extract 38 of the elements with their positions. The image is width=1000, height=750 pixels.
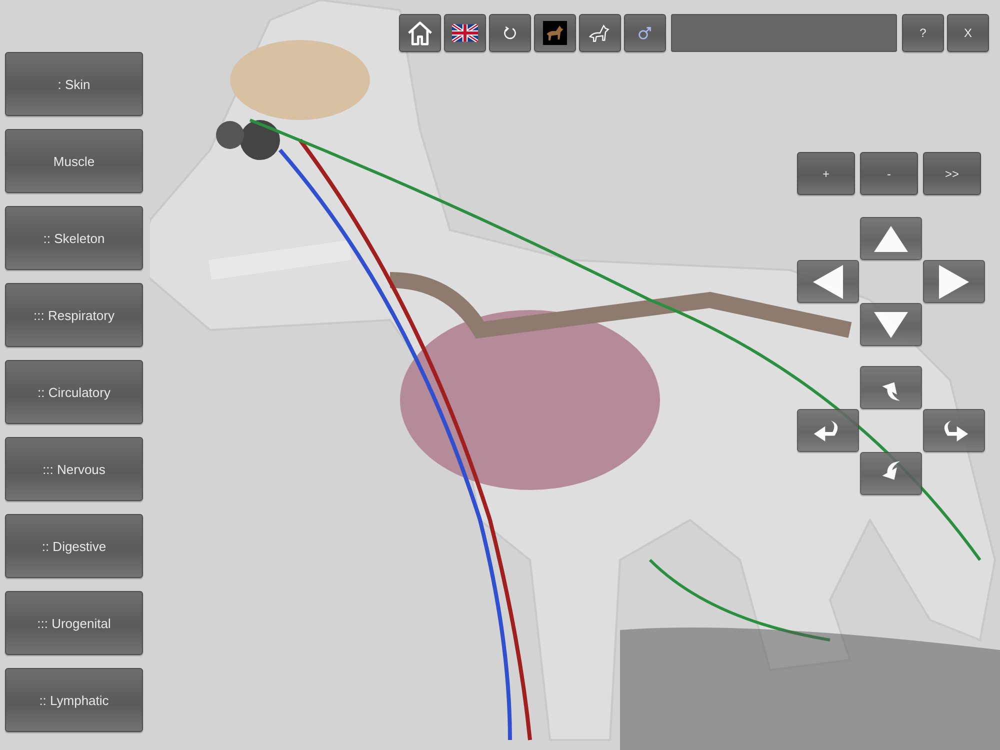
down-arrow-icon	[874, 312, 908, 338]
zoom-button[interactable]: -	[860, 152, 918, 195]
pan-left-button[interactable]	[797, 260, 859, 303]
help-button[interactable]: ?	[902, 14, 944, 52]
pan-down-button[interactable]	[860, 303, 922, 346]
layer-button[interactable]: Muscle	[5, 129, 143, 193]
layer-button[interactable]: :: Circulatory	[5, 360, 143, 424]
up-arrow-icon	[874, 226, 908, 252]
toolbar-button[interactable]	[444, 14, 486, 52]
rotate-icon	[503, 26, 517, 40]
layer-button[interactable]: ::: Nervous	[5, 437, 143, 501]
pan-right-button[interactable]	[923, 260, 985, 303]
layer-button[interactable]: :: Skeleton	[5, 206, 143, 270]
toolbar-button[interactable]	[489, 14, 531, 52]
zoom-button[interactable]: >>	[923, 152, 981, 195]
pan-up-button[interactable]	[860, 217, 922, 260]
rotate-down-button[interactable]	[860, 452, 922, 495]
toolbar-button[interactable]	[534, 14, 576, 52]
right-arrow-icon	[939, 264, 969, 298]
layer-button[interactable]: ::: Urogenital	[5, 591, 143, 655]
home-icon	[406, 20, 434, 46]
male-symbol-icon	[638, 26, 652, 40]
layer-button[interactable]: :: Lymphatic	[5, 668, 143, 732]
left-arrow-icon	[813, 264, 843, 298]
dog-photo-icon	[543, 21, 567, 45]
zoom-button[interactable]: +	[797, 152, 855, 195]
toolbar-button[interactable]	[579, 14, 621, 52]
close-button[interactable]: X	[947, 14, 989, 52]
layer-button[interactable]: : Skin	[5, 52, 143, 116]
layer-button[interactable]: :: Digestive	[5, 514, 143, 578]
layer-button[interactable]: ::: Respiratory	[5, 283, 143, 347]
home-button[interactable]	[399, 14, 441, 52]
rotate-right-button[interactable]	[923, 409, 985, 452]
toolbar-button[interactable]	[624, 14, 666, 52]
flag-icon	[452, 24, 478, 42]
text-field[interactable]	[671, 14, 897, 52]
rotate-left-button[interactable]	[797, 409, 859, 452]
rotate-up-button[interactable]	[860, 366, 922, 409]
